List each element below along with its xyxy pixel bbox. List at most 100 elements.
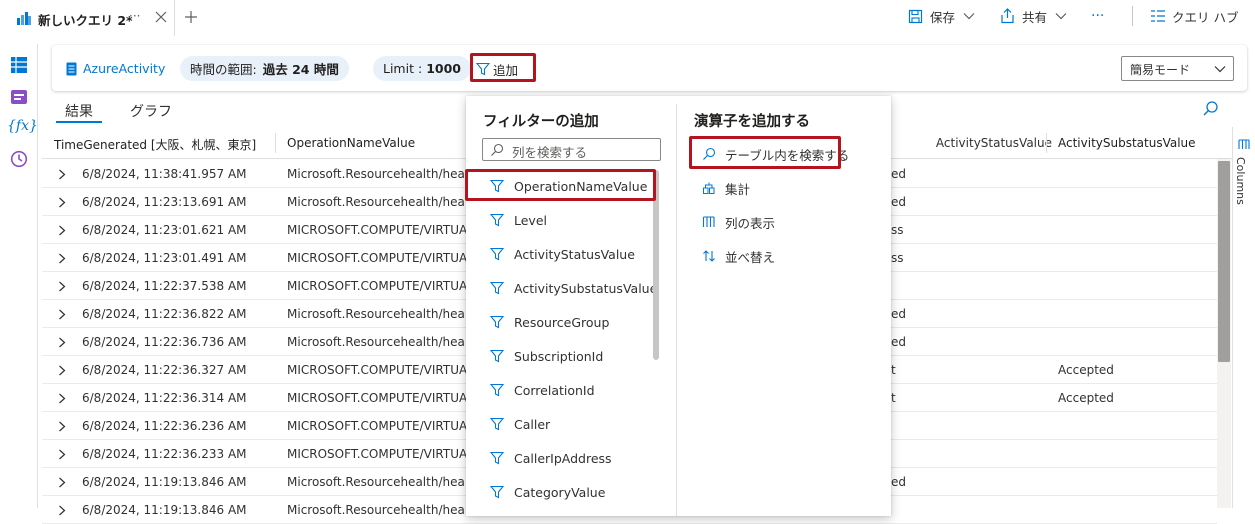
filter-item[interactable]: ResourceGroup <box>490 312 609 332</box>
queries-icon[interactable] <box>10 88 28 106</box>
filter-item[interactable]: CorrelationId <box>490 380 595 400</box>
filter-item[interactable]: SubscriptionId <box>490 346 603 366</box>
filter-icon <box>490 281 504 295</box>
cell-time: 6/8/2024, 11:22:36.736 AM <box>82 335 247 349</box>
chevron-right-icon[interactable] <box>58 365 66 376</box>
more-actions-button[interactable]: ··· <box>1091 6 1104 26</box>
save-button[interactable]: 保存 <box>908 6 975 26</box>
query-builder-bar: AzureActivity 時間の範囲: 過去 24 時間 Limit : 10… <box>52 45 1247 91</box>
column-header-activitysubstatus[interactable]: ActivitySubstatusValue <box>1058 136 1196 150</box>
chevron-right-icon[interactable] <box>58 197 66 208</box>
cell-time: 6/8/2024, 11:22:36.233 AM <box>82 447 247 461</box>
cell-status: ed <box>891 475 906 489</box>
column-search-input[interactable]: 列を検索する <box>482 138 661 161</box>
query-icon <box>16 10 32 26</box>
chevron-right-icon[interactable] <box>58 225 66 236</box>
query-hub-icon <box>1150 9 1166 24</box>
query-tab[interactable]: 新しいクエリ 2* ··· <box>8 0 175 36</box>
filter-item[interactable]: ActivityStatusValue <box>490 244 635 264</box>
time-range-pill[interactable]: 時間の範囲: 過去 24 時間 <box>180 56 349 81</box>
column-header-activitystatus[interactable]: ActivityStatusValue <box>936 136 1052 150</box>
cell-operation: MICROSOFT.COMPUTE/VIRTUALM <box>287 251 467 265</box>
history-icon[interactable] <box>10 150 28 168</box>
filter-item-label: ActivityStatusValue <box>514 246 635 262</box>
filter-icon <box>490 383 504 397</box>
cell-status: ed <box>891 195 906 209</box>
chevron-right-icon[interactable] <box>58 505 66 516</box>
sort-icon <box>702 249 716 263</box>
cell-operation: MICROSOFT.COMPUTE/VIRTUALM <box>287 279 467 293</box>
column-header-operationname[interactable]: OperationNameValue <box>287 136 415 150</box>
columns-side-panel[interactable]: Columns <box>1232 127 1255 508</box>
limit-pill[interactable]: Limit : 1000 <box>373 56 471 81</box>
filter-item[interactable]: CallerIpAddress <box>490 448 612 468</box>
tables-icon[interactable] <box>10 56 28 74</box>
limit-value: 1000 <box>426 61 461 76</box>
cell-operation: MICROSOFT.COMPUTE/VIRTUALM <box>287 419 467 433</box>
filter-item[interactable]: Level <box>490 210 547 230</box>
filter-icon <box>490 247 504 261</box>
mode-select[interactable]: 簡易モード <box>1121 56 1234 81</box>
functions-icon[interactable]: {fx} <box>7 118 38 134</box>
chevron-right-icon[interactable] <box>58 393 66 404</box>
tab-chart[interactable]: グラフ <box>130 101 172 121</box>
cell-substatus: Accepted <box>1058 391 1114 405</box>
cell-operation: Microsoft.Resourcehealth/healthe <box>287 307 467 321</box>
filter-item-label: ResourceGroup <box>514 314 610 330</box>
table-scrollbar-thumb[interactable] <box>1218 161 1230 362</box>
filter-panel-title: フィルターの追加 <box>483 114 599 130</box>
tab-results[interactable]: 結果 <box>65 101 93 121</box>
chevron-right-icon[interactable] <box>58 477 66 488</box>
column-divider[interactable] <box>1046 133 1047 153</box>
chevron-right-icon[interactable] <box>58 309 66 320</box>
left-rail: {fx} <box>0 44 38 508</box>
cell-time: 6/8/2024, 11:23:01.621 AM <box>82 223 247 237</box>
query-hub-button[interactable]: クエリ ハブ <box>1150 6 1238 26</box>
filter-item[interactable]: CategoryValue <box>490 482 605 502</box>
operator-item-label: 列の表示 <box>725 215 776 231</box>
share-button[interactable]: 共有 <box>1000 6 1067 26</box>
cell-operation: MICROSOFT.COMPUTE/VIRTUALM <box>287 391 467 405</box>
column-header-timegenerated[interactable]: TimeGenerated [大阪、札幌、東京] <box>54 136 256 153</box>
search-icon[interactable] <box>1202 100 1219 117</box>
cell-operation: Microsoft.Resourcehealth/healthe <box>287 195 467 209</box>
cell-status: t <box>891 391 896 405</box>
column-divider[interactable] <box>275 133 276 153</box>
chevron-right-icon[interactable] <box>58 449 66 460</box>
cell-operation: Microsoft.Resourcehealth/healthe <box>287 503 467 517</box>
columns-icon <box>1238 139 1250 150</box>
chevron-right-icon[interactable] <box>58 169 66 180</box>
columns-icon <box>702 216 716 228</box>
table-selector[interactable]: AzureActivity <box>66 56 165 81</box>
cell-time: 6/8/2024, 11:23:01.491 AM <box>82 251 247 265</box>
cell-status: ss <box>891 223 904 237</box>
chevron-right-icon[interactable] <box>58 421 66 432</box>
cell-status: ed <box>891 167 906 181</box>
tab-more-icon[interactable]: ··· <box>129 9 140 23</box>
filter-item[interactable]: ActivitySubstatusValue <box>490 278 657 298</box>
operator-item-label: 集計 <box>725 181 751 197</box>
filter-item[interactable]: Caller <box>490 414 550 434</box>
chevron-down-icon <box>1055 12 1067 20</box>
chevron-right-icon[interactable] <box>58 281 66 292</box>
tab-title: 新しいクエリ 2* <box>38 13 133 28</box>
add-button-highlight <box>470 53 536 82</box>
operator-item[interactable]: 列の表示 <box>702 212 775 232</box>
cell-time: 6/8/2024, 11:22:36.314 AM <box>82 391 247 405</box>
chevron-right-icon[interactable] <box>58 337 66 348</box>
filter-icon <box>490 315 504 329</box>
search-icon <box>490 143 504 157</box>
operator-item[interactable]: 集計 <box>702 178 750 198</box>
close-tab-icon[interactable] <box>154 10 168 24</box>
cell-substatus: Accepted <box>1058 363 1114 377</box>
limit-label: Limit : <box>383 61 423 76</box>
search-in-table-highlight <box>689 136 841 169</box>
cell-time: 6/8/2024, 11:22:36.327 AM <box>82 363 247 377</box>
cell-time: 6/8/2024, 11:22:37.538 AM <box>82 279 247 293</box>
chevron-down-icon <box>963 12 975 20</box>
new-tab-icon[interactable] <box>183 9 199 25</box>
chevron-right-icon[interactable] <box>58 253 66 264</box>
table-name: AzureActivity <box>83 61 166 76</box>
panel-divider <box>676 104 677 516</box>
operator-item[interactable]: 並べ替え <box>702 246 775 266</box>
